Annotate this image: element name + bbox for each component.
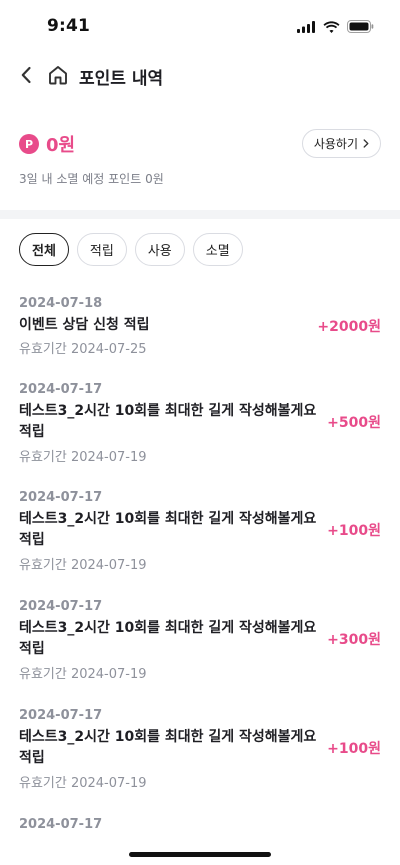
filter-label: 소멸 — [205, 244, 230, 259]
filter-all[interactable]: 전체 — [19, 233, 69, 266]
item-date: 2024-07-17 — [19, 599, 103, 614]
home-icon — [49, 66, 67, 85]
item-date: 2024-07-17 — [19, 708, 103, 723]
expiring-points-note: 3일 내 소멸 예정 포인트 0원 — [19, 172, 164, 186]
list-item[interactable]: 2024-07-17 테스트3_2시간 10회를 최대한 길게 작성해볼게요 적… — [0, 708, 400, 800]
item-date: 2024-07-17 — [19, 817, 103, 832]
item-amount: +500원 — [327, 415, 381, 431]
filter-label: 적립 — [89, 244, 114, 259]
item-title: 테스트3_2시간 10회를 최대한 길게 작성해볼게요 적립 — [19, 620, 317, 657]
filter-tabs: 전체 적립 사용 소멸 — [19, 233, 243, 266]
point-icon: P — [19, 134, 39, 154]
item-expiry: 유효기간 2024-07-19 — [19, 776, 147, 791]
use-points-button[interactable]: 사용하기 — [301, 129, 381, 158]
status-bar: 9:41 — [0, 0, 400, 52]
cellular-signal-icon — [297, 18, 316, 37]
item-amount: +100원 — [327, 741, 381, 757]
item-amount: +2000원 — [317, 319, 381, 335]
chevron-right-icon — [363, 139, 369, 148]
list-item[interactable]: 2024-07-17 — [0, 817, 400, 857]
item-title: 이벤트 상담 신청 적립 — [19, 317, 150, 333]
point-balance: 0원 — [46, 135, 76, 156]
item-title: 테스트3_2시간 10회를 최대한 길게 작성해볼게요 적립 — [19, 511, 317, 548]
chevron-left-icon — [21, 66, 31, 84]
filter-label: 전체 — [32, 244, 56, 259]
home-button[interactable] — [45, 62, 71, 88]
list-item[interactable]: 2024-07-17 테스트3_2시간 10회를 최대한 길게 작성해볼게요 적… — [0, 490, 400, 582]
list-item[interactable]: 2024-07-17 테스트3_2시간 10회를 최대한 길게 작성해볼게요 적… — [0, 599, 400, 691]
item-amount: +100원 — [327, 523, 381, 539]
section-divider — [0, 210, 400, 219]
battery-icon — [347, 18, 374, 37]
item-expiry: 유효기간 2024-07-19 — [19, 667, 147, 682]
page-header: 포인트 내역 — [0, 55, 400, 97]
filter-label: 사용 — [147, 244, 172, 259]
wifi-icon — [323, 18, 340, 37]
item-amount: +300원 — [327, 632, 381, 648]
points-summary: P 0원 사용하기 3일 내 소멸 예정 포인트 0원 — [0, 128, 400, 198]
status-time: 9:41 — [47, 16, 91, 36]
item-date: 2024-07-17 — [19, 382, 103, 397]
item-expiry: 유효기간 2024-07-19 — [19, 450, 147, 465]
item-expiry: 유효기간 2024-07-19 — [19, 558, 147, 573]
home-indicator — [129, 852, 271, 857]
item-date: 2024-07-18 — [19, 296, 103, 311]
item-date: 2024-07-17 — [19, 490, 103, 505]
list-item[interactable]: 2024-07-18 이벤트 상담 신청 적립 유효기간 2024-07-25 … — [0, 296, 400, 366]
item-title: 테스트3_2시간 10회를 최대한 길게 작성해볼게요 적립 — [19, 403, 317, 440]
use-points-label: 사용하기 — [313, 137, 358, 151]
list-item[interactable]: 2024-07-17 테스트3_2시간 10회를 최대한 길게 작성해볼게요 적… — [0, 382, 400, 474]
item-expiry: 유효기간 2024-07-25 — [19, 342, 147, 357]
filter-used[interactable]: 사용 — [134, 233, 185, 266]
status-icons — [297, 18, 374, 37]
filter-expired[interactable]: 소멸 — [192, 233, 243, 266]
page-title: 포인트 내역 — [79, 69, 164, 89]
filter-earned[interactable]: 적립 — [76, 233, 127, 266]
back-button[interactable] — [14, 63, 38, 87]
item-title: 테스트3_2시간 10회를 최대한 길게 작성해볼게요 적립 — [19, 729, 317, 766]
